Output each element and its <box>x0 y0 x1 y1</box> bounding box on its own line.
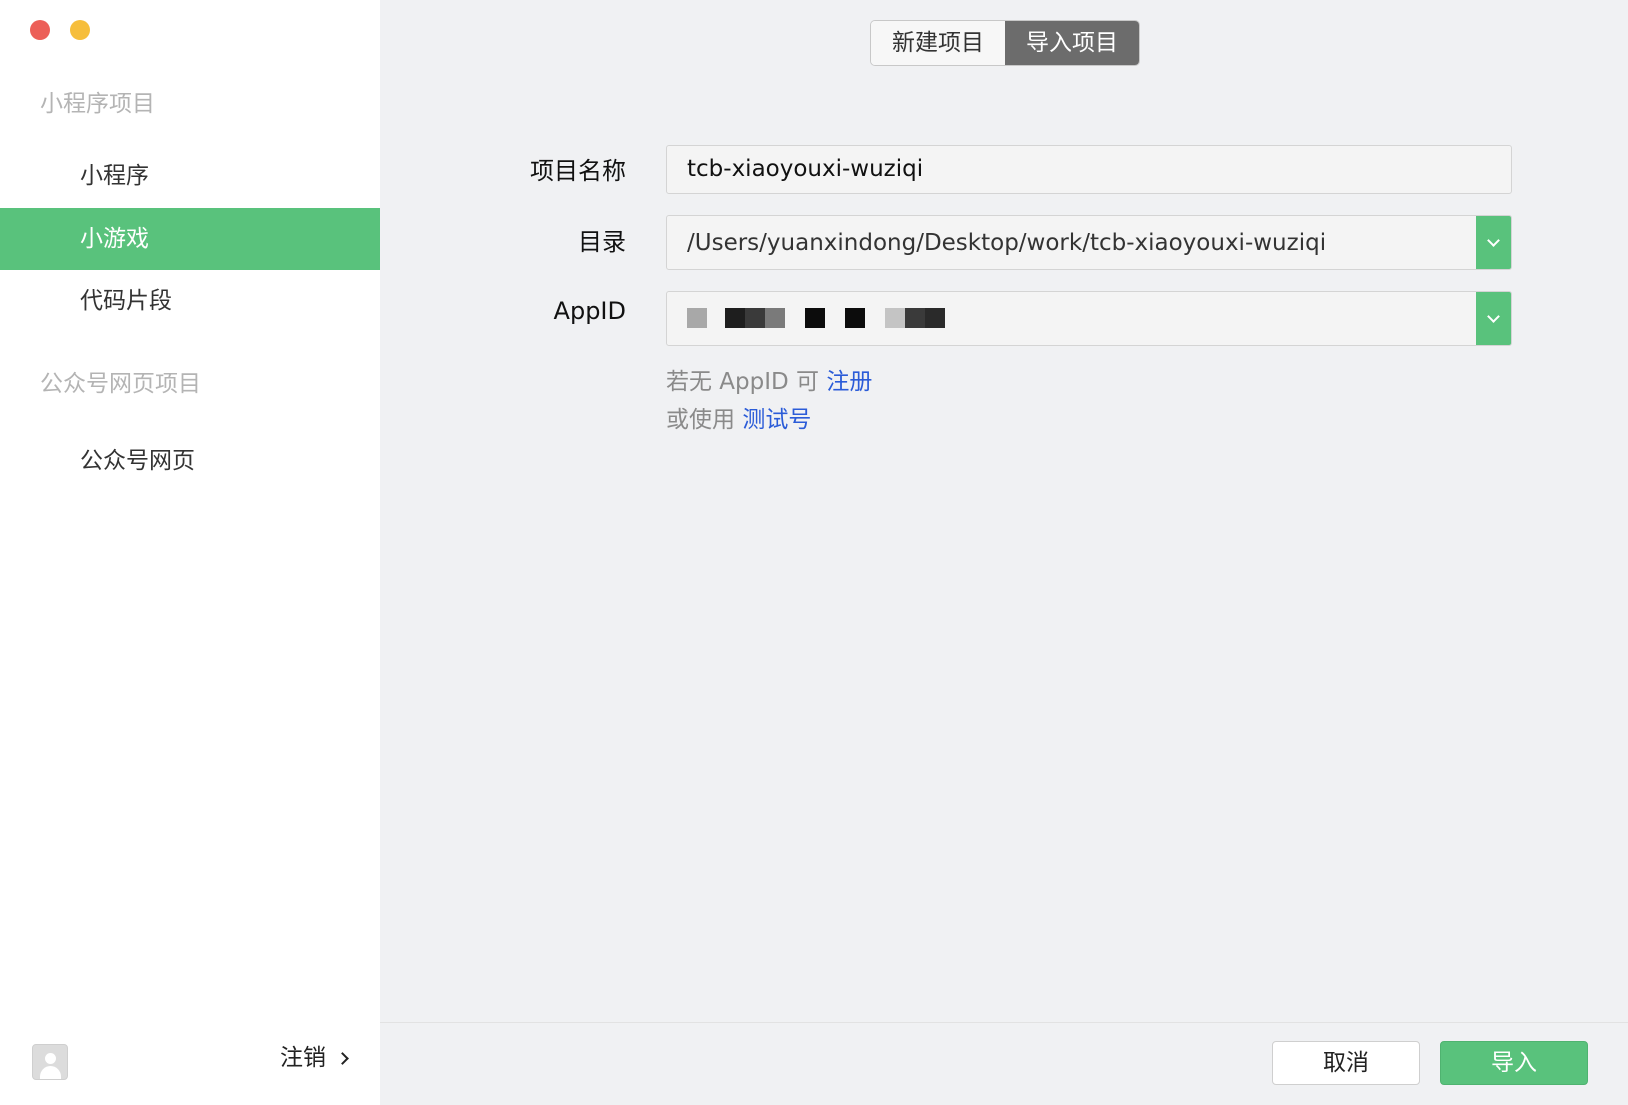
app-window: 小程序项目 小程序 小游戏 代码片段 公众号网页项目 公众号网页 注销 新建项目… <box>0 0 1628 1105</box>
section-title-miniprogram: 小程序项目 <box>40 91 155 117</box>
chevron-down-icon <box>1487 310 1500 323</box>
sidebar-item-official-account-web[interactable]: 公众号网页 <box>0 430 380 492</box>
logout-label: 注销 <box>280 1045 326 1071</box>
test-account-link[interactable]: 测试号 <box>742 407 811 433</box>
sidebar-item-code-snippet[interactable]: 代码片段 <box>0 270 380 332</box>
chevron-down-icon <box>1487 234 1500 247</box>
appid-select[interactable] <box>666 291 1512 346</box>
sidebar-item-label: 代码片段 <box>80 288 172 314</box>
tab-import-project[interactable]: 导入项目 <box>1005 21 1139 65</box>
redacted-block <box>885 308 905 328</box>
project-name-value: tcb-xiaoyouxi-wuziqi <box>687 156 924 182</box>
no-appid-text: 若无 AppID 可 <box>666 369 820 395</box>
appid-dropdown-button[interactable] <box>1476 292 1511 345</box>
redacted-block <box>925 308 945 328</box>
register-link[interactable]: 注册 <box>826 369 872 395</box>
project-name-label: 项目名称 <box>530 157 626 185</box>
sidebar-item-label: 小程序 <box>80 163 149 189</box>
close-window-button[interactable] <box>30 20 50 40</box>
sidebar-item-minigame[interactable]: 小游戏 <box>0 208 380 270</box>
no-appid-hint: 若无 AppID 可 注册 <box>666 362 872 396</box>
chevron-right-icon <box>336 1051 349 1065</box>
sidebar-item-label: 公众号网页 <box>80 448 195 474</box>
redacted-block <box>765 308 785 328</box>
redacted-block <box>725 308 745 328</box>
cancel-button[interactable]: 取消 <box>1272 1041 1420 1085</box>
minimize-window-button[interactable] <box>70 20 90 40</box>
use-text: 或使用 <box>666 407 735 433</box>
directory-dropdown-button[interactable] <box>1476 216 1511 269</box>
avatar[interactable] <box>32 1044 68 1080</box>
redacted-block <box>845 308 865 328</box>
section-title-official-account: 公众号网页项目 <box>40 371 201 397</box>
sidebar: 小程序项目 小程序 小游戏 代码片段 公众号网页项目 公众号网页 注销 <box>0 0 380 1104</box>
tab-new-project[interactable]: 新建项目 <box>871 21 1005 65</box>
redacted-block <box>745 308 765 328</box>
sidebar-item-label: 小游戏 <box>80 226 149 252</box>
avatar-head-shape <box>45 1053 56 1064</box>
sidebar-item-miniprogram[interactable]: 小程序 <box>0 145 380 207</box>
logout-button[interactable]: 注销 <box>280 1042 349 1074</box>
footer-bar: 取消 导入 <box>380 1022 1628 1105</box>
appid-label: AppID <box>553 297 626 325</box>
directory-value: /Users/yuanxindong/Desktop/work/tcb-xiao… <box>687 230 1327 256</box>
redacted-block <box>805 308 825 328</box>
test-account-hint: 或使用 测试号 <box>666 400 811 434</box>
main-pane: 新建项目 导入项目 项目名称 tcb-xiaoyouxi-wuziqi 目录 /… <box>380 0 1628 1105</box>
directory-label: 目录 <box>578 228 626 256</box>
redacted-block <box>687 308 707 328</box>
redacted-block <box>905 308 925 328</box>
import-button[interactable]: 导入 <box>1440 1041 1588 1085</box>
avatar-body-shape <box>40 1066 61 1079</box>
project-name-input[interactable]: tcb-xiaoyouxi-wuziqi <box>666 145 1512 194</box>
project-mode-tabs: 新建项目 导入项目 <box>870 20 1140 66</box>
directory-select[interactable]: /Users/yuanxindong/Desktop/work/tcb-xiao… <box>666 215 1512 270</box>
